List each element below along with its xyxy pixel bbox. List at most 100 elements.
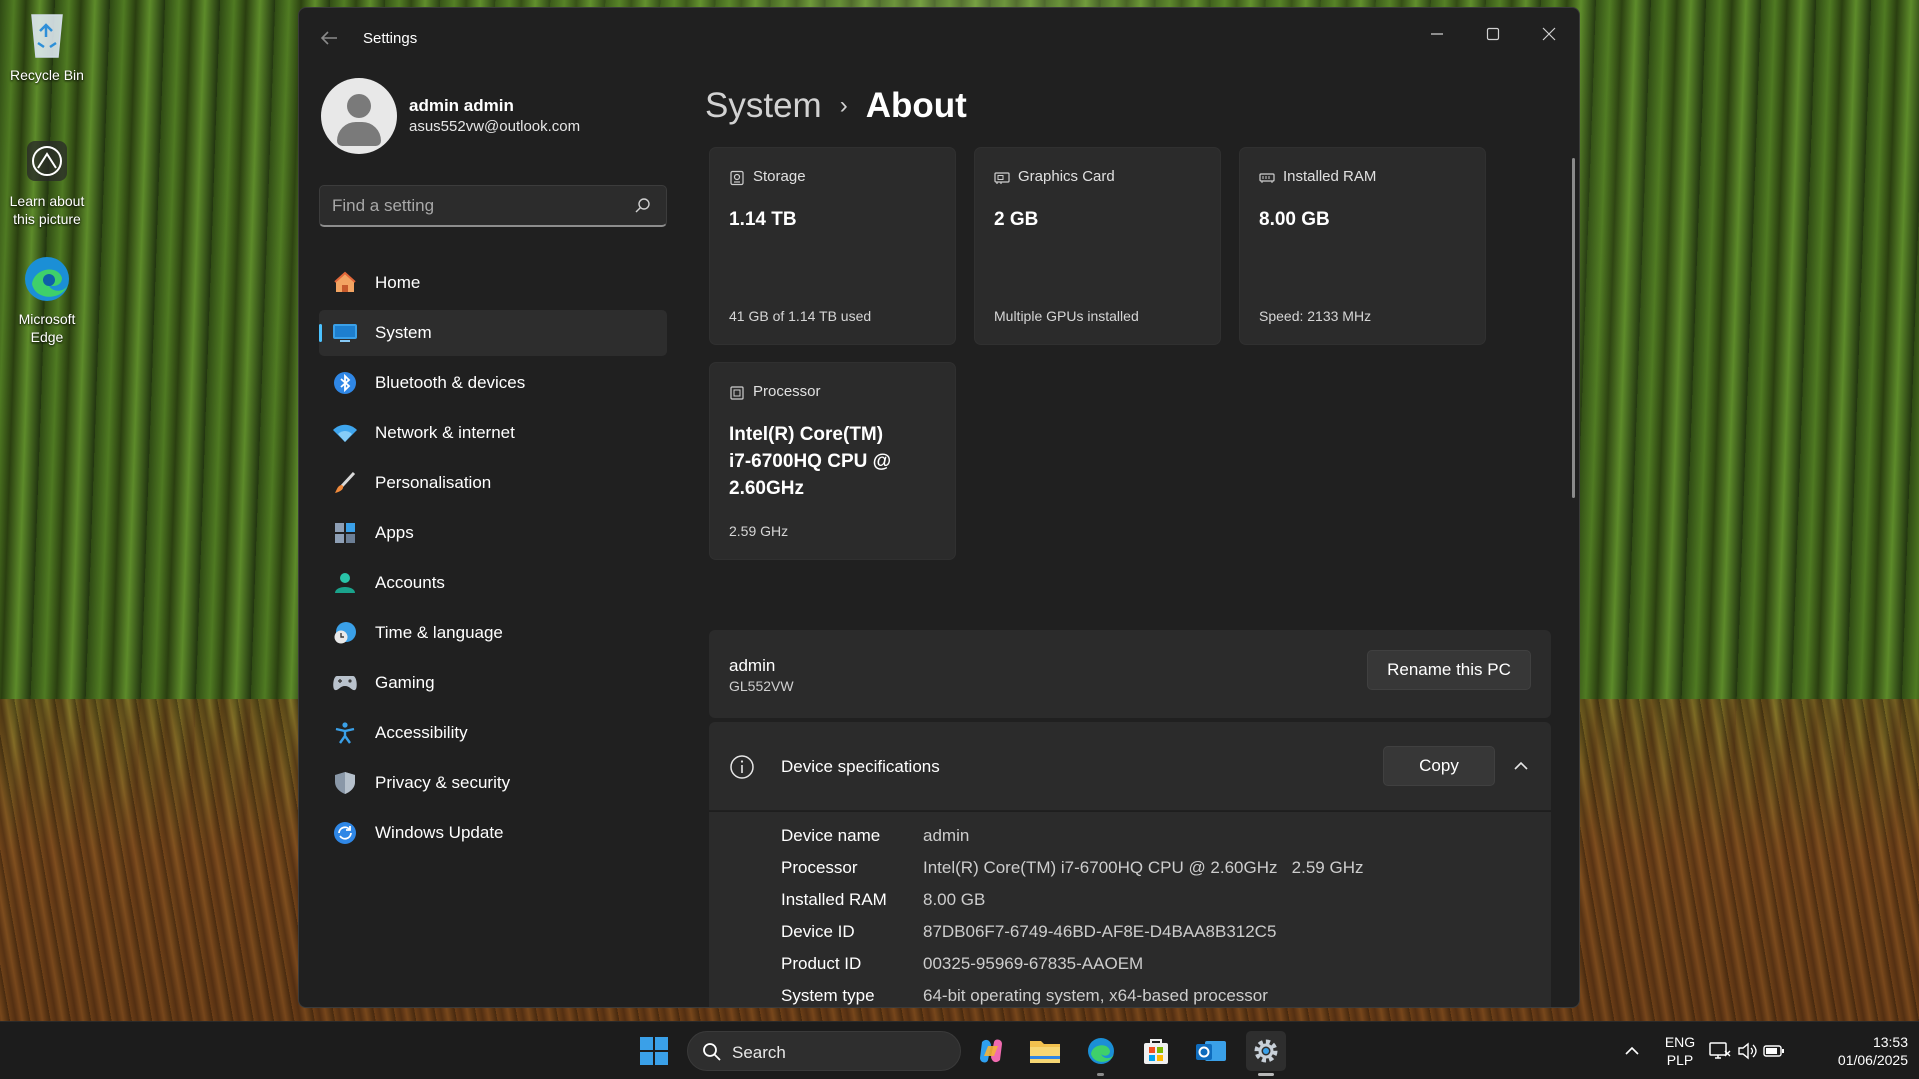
installed-ram-card[interactable]: Installed RAM 8.00 GB Speed: 2133 MHz bbox=[1239, 147, 1486, 345]
system-icon bbox=[331, 319, 359, 347]
spec-key: Device name bbox=[781, 826, 881, 845]
minimize-icon bbox=[1431, 33, 1443, 35]
copilot-icon bbox=[980, 1039, 1002, 1063]
sidebar-item-time-language[interactable]: Time & language bbox=[319, 610, 667, 656]
find-setting-box[interactable] bbox=[319, 185, 667, 227]
chevron-up-icon[interactable] bbox=[1511, 756, 1531, 776]
device-specifications-header[interactable]: Device specifications Copy bbox=[709, 722, 1551, 810]
breadcrumb-separator: › bbox=[839, 92, 848, 119]
sidebar-item-gaming[interactable]: Gaming bbox=[319, 660, 667, 706]
close-icon bbox=[1542, 27, 1556, 41]
sidebar-item-label: Accounts bbox=[375, 573, 445, 592]
desktop-icon-recycle-bin[interactable]: Recycle Bin bbox=[2, 8, 92, 84]
clock-time: 13:53 bbox=[1872, 1034, 1908, 1050]
sidebar-item-personalisation[interactable]: Personalisation bbox=[319, 460, 667, 506]
chevron-up-icon bbox=[1625, 1046, 1639, 1055]
sidebar-item-label: Network & internet bbox=[375, 423, 515, 442]
pc-name-row: admin GL552VW Rename this PC bbox=[709, 630, 1551, 718]
rename-pc-button[interactable]: Rename this PC bbox=[1367, 650, 1531, 690]
input-language-indicator[interactable]: ENG PLP bbox=[1660, 1033, 1700, 1069]
sidebar-item-windows-update[interactable]: Windows Update bbox=[319, 810, 667, 856]
copy-button[interactable]: Copy bbox=[1383, 746, 1495, 786]
sidebar-item-home[interactable]: Home bbox=[319, 260, 667, 306]
update-icon bbox=[331, 819, 359, 847]
camera-aperture-icon bbox=[20, 134, 74, 188]
sidebar-item-apps[interactable]: Apps bbox=[319, 510, 667, 556]
sidebar-item-accounts[interactable]: Accounts bbox=[319, 560, 667, 606]
avatar[interactable] bbox=[321, 78, 397, 154]
graphics-card-card[interactable]: Graphics Card 2 GB Multiple GPUs install… bbox=[974, 147, 1221, 345]
taskbar-file-explorer[interactable] bbox=[1025, 1031, 1065, 1071]
sidebar-nav: Home System Bluetooth & devices Network … bbox=[319, 260, 667, 860]
sidebar-item-label: Time & language bbox=[375, 623, 503, 642]
sidebar-item-network[interactable]: Network & internet bbox=[319, 410, 667, 456]
search-icon bbox=[703, 1043, 721, 1061]
network-icon bbox=[1709, 1042, 1731, 1059]
sidebar-item-label: Privacy & security bbox=[375, 773, 511, 792]
breadcrumb: System › About bbox=[705, 86, 967, 126]
spec-row: Installed RAM 8.00 GB bbox=[781, 890, 985, 910]
taskbar-store[interactable] bbox=[1136, 1031, 1176, 1071]
language-code: ENG bbox=[1664, 1034, 1696, 1050]
sidebar-item-accessibility[interactable]: Accessibility bbox=[319, 710, 667, 756]
desktop-icon-microsoft-edge[interactable]: Microsoft Edge bbox=[2, 252, 92, 346]
window-title: Settings bbox=[363, 30, 418, 47]
show-hidden-icons-button[interactable] bbox=[1612, 1031, 1652, 1071]
battery-icon bbox=[1763, 1045, 1784, 1057]
taskbar: Search ENG PLP 13:53 01/06/2025 bbox=[0, 1021, 1919, 1079]
spec-key: System type bbox=[781, 986, 875, 1005]
taskbar-copilot[interactable] bbox=[971, 1031, 1011, 1071]
content-scrollbar[interactable] bbox=[1572, 158, 1575, 498]
storage-label: Storage bbox=[753, 168, 806, 185]
sidebar-item-bluetooth[interactable]: Bluetooth & devices bbox=[319, 360, 667, 406]
sidebar-item-system[interactable]: System bbox=[319, 310, 667, 356]
ram-value: 8.00 GB bbox=[1259, 209, 1330, 230]
keyboard-layout: PLP bbox=[1666, 1052, 1694, 1068]
brush-icon bbox=[331, 469, 359, 497]
bluetooth-icon bbox=[331, 369, 359, 397]
minimize-button[interactable] bbox=[1413, 20, 1461, 48]
graphics-card-value: 2 GB bbox=[994, 209, 1039, 230]
spec-key: Installed RAM bbox=[781, 890, 887, 909]
sidebar-item-label: Gaming bbox=[375, 673, 435, 692]
clock-globe-icon bbox=[331, 619, 359, 647]
search-icon[interactable] bbox=[634, 197, 652, 215]
windows-logo-icon bbox=[640, 1037, 668, 1065]
gear-icon bbox=[1254, 1039, 1278, 1063]
close-button[interactable] bbox=[1525, 20, 1573, 48]
maximize-icon bbox=[1486, 27, 1500, 41]
start-button[interactable] bbox=[634, 1031, 674, 1071]
maximize-button[interactable] bbox=[1469, 20, 1517, 48]
taskbar-edge[interactable] bbox=[1081, 1031, 1121, 1071]
avatar-head bbox=[347, 94, 371, 118]
accessibility-icon bbox=[331, 719, 359, 747]
taskbar-search[interactable]: Search bbox=[687, 1031, 961, 1071]
volume-icon bbox=[1738, 1042, 1757, 1060]
recycle-bin-icon bbox=[20, 8, 74, 62]
taskbar-outlook[interactable] bbox=[1191, 1031, 1231, 1071]
settings-window: Settings admin admin asus552vw@outlook.c… bbox=[298, 7, 1580, 1008]
breadcrumb-parent[interactable]: System bbox=[705, 86, 822, 126]
title-bar: Settings bbox=[299, 8, 1579, 68]
desktop-icon-label: Microsoft Edge bbox=[18, 311, 76, 345]
outlook-icon bbox=[1196, 1041, 1226, 1061]
edge-running-indicator bbox=[1097, 1073, 1104, 1076]
graphics-card-sub: Multiple GPUs installed bbox=[994, 308, 1139, 324]
search-input[interactable] bbox=[332, 194, 622, 218]
clock[interactable]: 13:53 01/06/2025 bbox=[1808, 1033, 1908, 1069]
processor-value: Intel(R) Core(TM) i7-6700HQ CPU @ 2.60GH… bbox=[729, 421, 891, 502]
quick-settings-button[interactable] bbox=[1707, 1031, 1787, 1071]
back-arrow-icon[interactable] bbox=[319, 30, 341, 48]
settings-running-indicator bbox=[1258, 1073, 1274, 1076]
info-icon bbox=[730, 755, 754, 779]
sidebar-item-label: Accessibility bbox=[375, 723, 468, 742]
sidebar-item-privacy[interactable]: Privacy & security bbox=[319, 760, 667, 806]
sidebar-item-label: Personalisation bbox=[375, 473, 492, 492]
processor-label: Processor bbox=[753, 383, 821, 400]
storage-card[interactable]: Storage 1.14 TB 41 GB of 1.14 TB used bbox=[709, 147, 956, 345]
desktop-icon-learn-about-picture[interactable]: Learn about this picture bbox=[2, 134, 92, 228]
pc-name: admin bbox=[729, 656, 776, 675]
taskbar-settings[interactable] bbox=[1246, 1031, 1286, 1071]
processor-card[interactable]: Processor Intel(R) Core(TM) i7-6700HQ CP… bbox=[709, 362, 956, 560]
ram-speed: Speed: 2133 MHz bbox=[1259, 308, 1372, 324]
